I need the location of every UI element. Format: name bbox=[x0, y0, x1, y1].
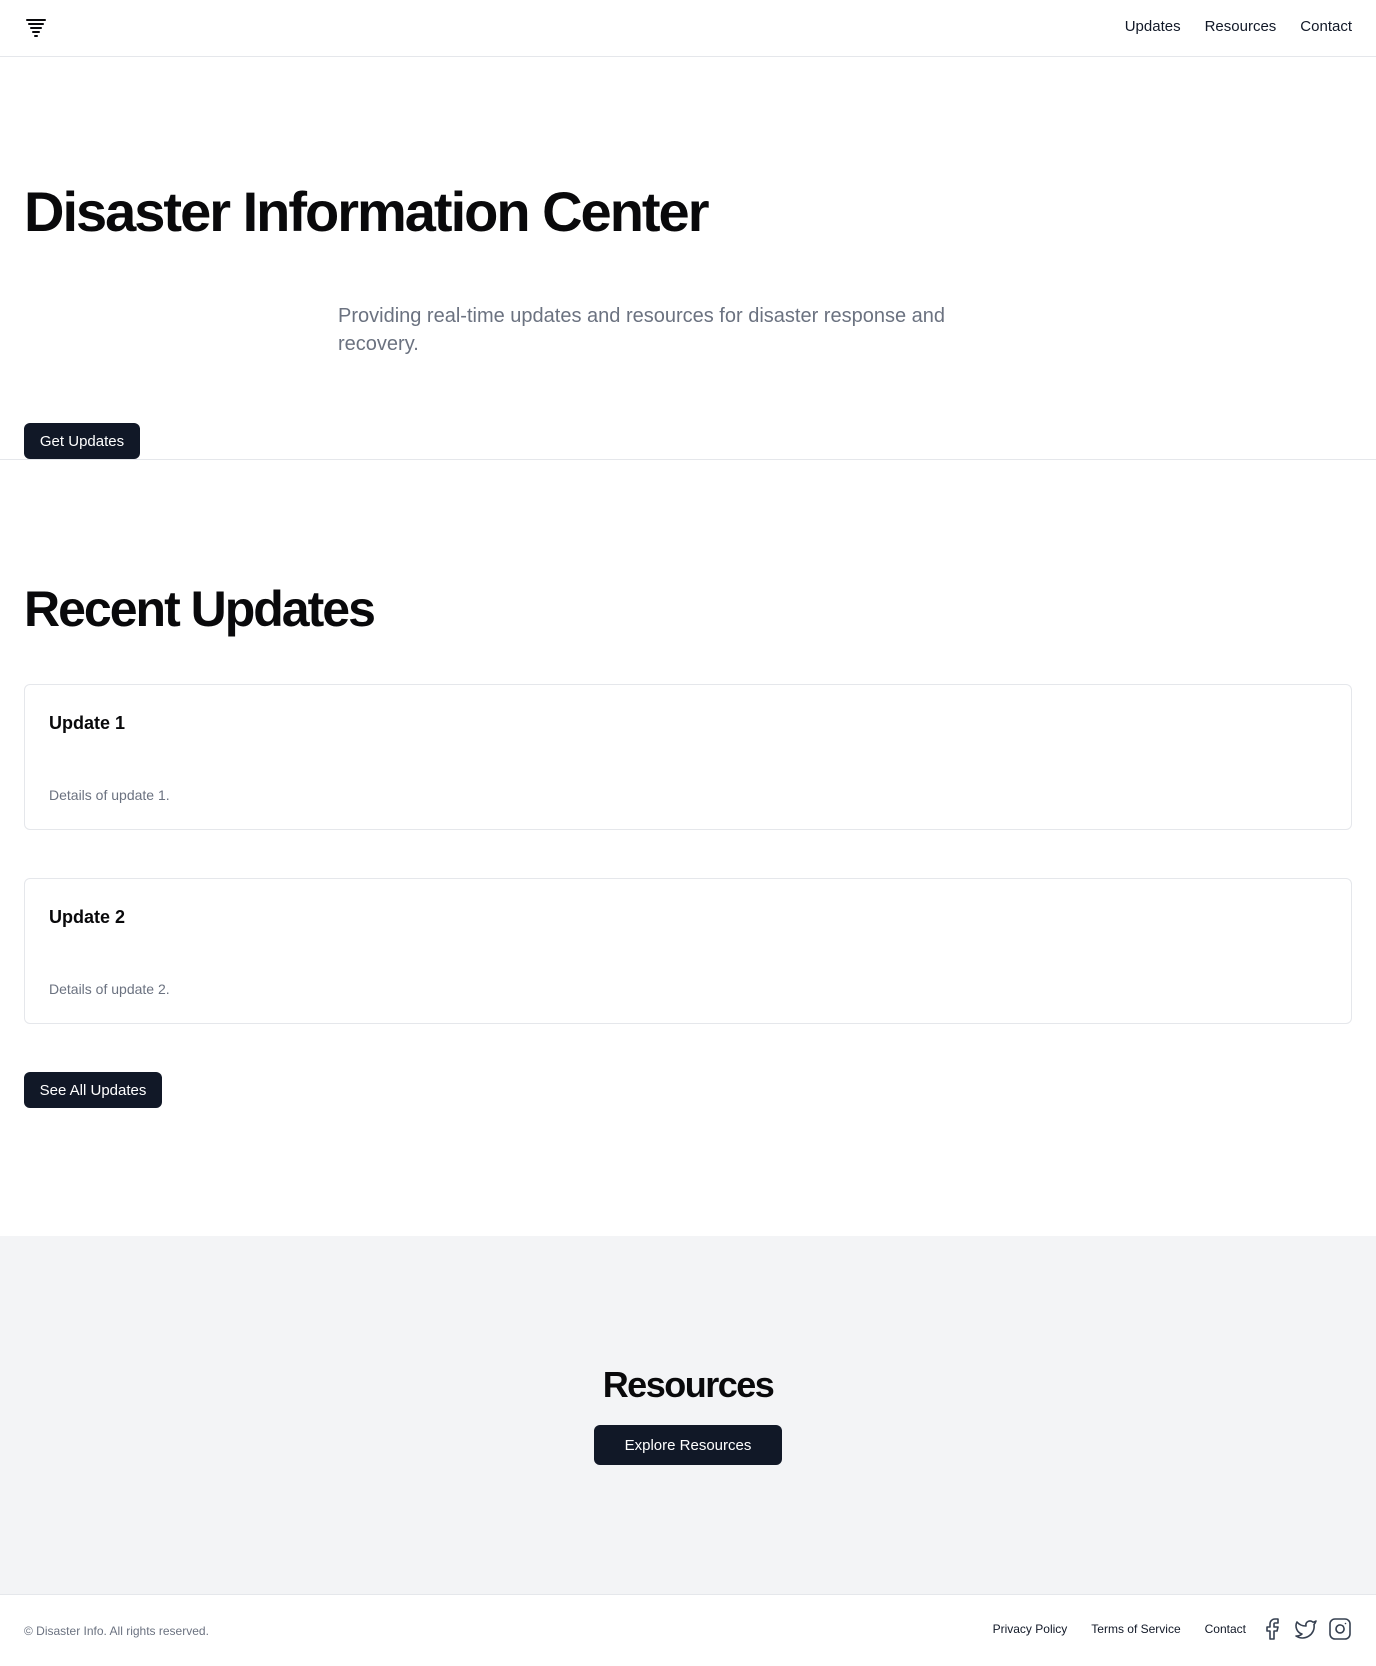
hero-title: Disaster Information Center bbox=[24, 180, 709, 243]
hero-section: Disaster Information Center Providing re… bbox=[0, 57, 1376, 460]
nav-contact[interactable]: Contact bbox=[1300, 18, 1352, 35]
resources-title: Resources bbox=[602, 1364, 775, 1405]
explore-resources-button[interactable]: Explore Resources bbox=[594, 1425, 782, 1465]
site-footer: © Disaster Info. All rights reserved. Pr… bbox=[0, 1594, 1376, 1666]
update-card: Update 2 Details of update 2. bbox=[24, 878, 1352, 1024]
twitter-icon[interactable] bbox=[1294, 1617, 1318, 1641]
update-title: Update 1 bbox=[49, 713, 126, 733]
main-nav: Updates Resources Contact bbox=[1125, 18, 1352, 35]
update-title: Update 2 bbox=[49, 907, 126, 927]
copyright-text: © Disaster Info. All rights reserved. bbox=[24, 1624, 209, 1638]
hero-subtitle: Providing real-time updates and resource… bbox=[338, 305, 945, 355]
tornado-icon[interactable] bbox=[24, 16, 48, 40]
update-card: Update 1 Details of update 1. bbox=[24, 684, 1352, 830]
nav-updates[interactable]: Updates bbox=[1125, 18, 1181, 35]
footer-link-terms[interactable]: Terms of Service bbox=[1091, 1622, 1180, 1636]
get-updates-button[interactable]: Get Updates bbox=[24, 423, 140, 459]
update-details: Details of update 2. bbox=[49, 981, 170, 997]
instagram-icon[interactable] bbox=[1328, 1617, 1352, 1641]
social-links bbox=[1260, 1617, 1352, 1641]
see-all-updates-button[interactable]: See All Updates bbox=[24, 1072, 162, 1108]
footer-link-privacy[interactable]: Privacy Policy bbox=[993, 1622, 1068, 1636]
update-details: Details of update 1. bbox=[49, 787, 170, 803]
facebook-icon[interactable] bbox=[1260, 1617, 1284, 1641]
site-header: Updates Resources Contact bbox=[0, 0, 1376, 57]
resources-section: Resources Explore Resources bbox=[0, 1236, 1376, 1594]
footer-link-contact[interactable]: Contact bbox=[1205, 1622, 1246, 1636]
nav-resources[interactable]: Resources bbox=[1205, 18, 1277, 35]
footer-links: Privacy Policy Terms of Service Contact bbox=[993, 1617, 1352, 1641]
recent-updates-title: Recent Updates bbox=[24, 581, 376, 637]
